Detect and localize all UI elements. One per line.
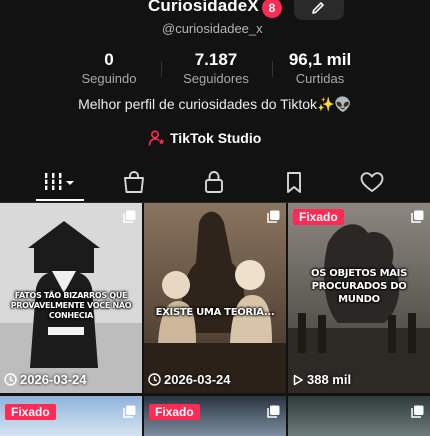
video-overlay-text: OS OBJETOS MAIS PROCURADOS DO MUNDO — [311, 268, 407, 305]
stat-following-value: 0 — [104, 50, 114, 69]
video-tile[interactable]: FATOS TÃO BIZARROS QUE PROVAVELMENTE VOC… — [0, 203, 142, 393]
multi-photo-icon — [123, 405, 136, 418]
video-date: 2026-03-24 — [148, 372, 231, 387]
video-date-text: 2026-03-24 — [20, 372, 87, 387]
clock-icon — [4, 373, 17, 386]
video-overlay-text: FATOS TÃO BIZARROS QUE PROVAVELMENTE VOC… — [10, 291, 132, 320]
tab-favorites[interactable] — [280, 170, 308, 194]
video-date: 2026-03-24 — [4, 372, 87, 387]
pinned-badge: Fixado — [5, 404, 56, 420]
person-star-icon — [148, 130, 165, 146]
pinned-badge: Fixado — [149, 404, 200, 420]
stat-following[interactable]: 0 Seguindo — [72, 50, 146, 86]
heart-icon — [360, 172, 384, 192]
stat-followers-label: Seguidores — [183, 71, 249, 86]
video-tile[interactable]: Fixado — [0, 396, 142, 436]
multi-photo-icon — [123, 210, 136, 223]
profile-header: CuriosidadeX 8 @curiosidadee_x — [0, 0, 430, 40]
lock-icon — [205, 171, 223, 193]
stat-divider — [161, 61, 162, 77]
profile-handle: @curiosidadee_x — [162, 21, 263, 36]
clock-icon — [148, 373, 161, 386]
active-tab-indicator — [36, 199, 84, 201]
profile-tabs — [0, 162, 430, 203]
bookmark-icon — [287, 172, 301, 193]
edit-profile-button[interactable] — [294, 0, 344, 20]
profile-stats: 0 Seguindo 7.187 Seguidores 96,1 mil Cur… — [0, 50, 430, 90]
tab-liked[interactable] — [358, 170, 386, 194]
tab-videos[interactable] — [44, 170, 78, 194]
video-tile[interactable] — [288, 396, 430, 436]
video-tile[interactable]: Fixado — [144, 396, 286, 436]
video-tile[interactable]: EXISTE UMA TEORIA... 2026-03-24 — [144, 203, 286, 393]
stat-likes-label: Curtidas — [295, 71, 345, 86]
profile-bio: Melhor perfil de curiosidades do Tiktok✨… — [78, 96, 352, 112]
notification-badge[interactable]: 8 — [262, 0, 282, 18]
video-thumbnail — [144, 203, 286, 393]
video-tile[interactable]: Fixado OS OBJETOS MAIS PROCURADOS DO MUN… — [288, 203, 430, 393]
stat-following-label: Seguindo — [81, 71, 137, 86]
profile-display-name: CuriosidadeX — [148, 0, 259, 15]
stat-followers-value: 7.187 — [194, 50, 238, 69]
multi-photo-icon — [411, 210, 424, 223]
play-icon — [293, 374, 303, 385]
multi-photo-icon — [267, 405, 280, 418]
tab-shop[interactable] — [120, 170, 148, 194]
video-overlay-text: EXISTE UMA TEORIA... — [155, 307, 275, 318]
multi-photo-icon — [411, 405, 424, 418]
stat-divider — [272, 61, 273, 77]
grid-icon — [44, 173, 74, 190]
tab-private[interactable] — [200, 170, 228, 194]
stat-likes[interactable]: 96,1 mil Curtidas — [282, 50, 358, 86]
video-view-count: 388 mil — [307, 372, 352, 387]
multi-photo-icon — [267, 210, 280, 223]
pinned-badge: Fixado — [293, 209, 344, 225]
video-date-text: 2026-03-24 — [164, 372, 231, 387]
tiktok-studio-label: TikTok Studio — [170, 130, 262, 146]
stat-followers[interactable]: 7.187 Seguidores — [174, 50, 258, 86]
video-views: 388 mil — [292, 372, 351, 387]
stat-likes-value: 96,1 mil — [288, 50, 352, 69]
pencil-icon — [312, 2, 324, 14]
shop-bag-icon — [124, 171, 144, 193]
